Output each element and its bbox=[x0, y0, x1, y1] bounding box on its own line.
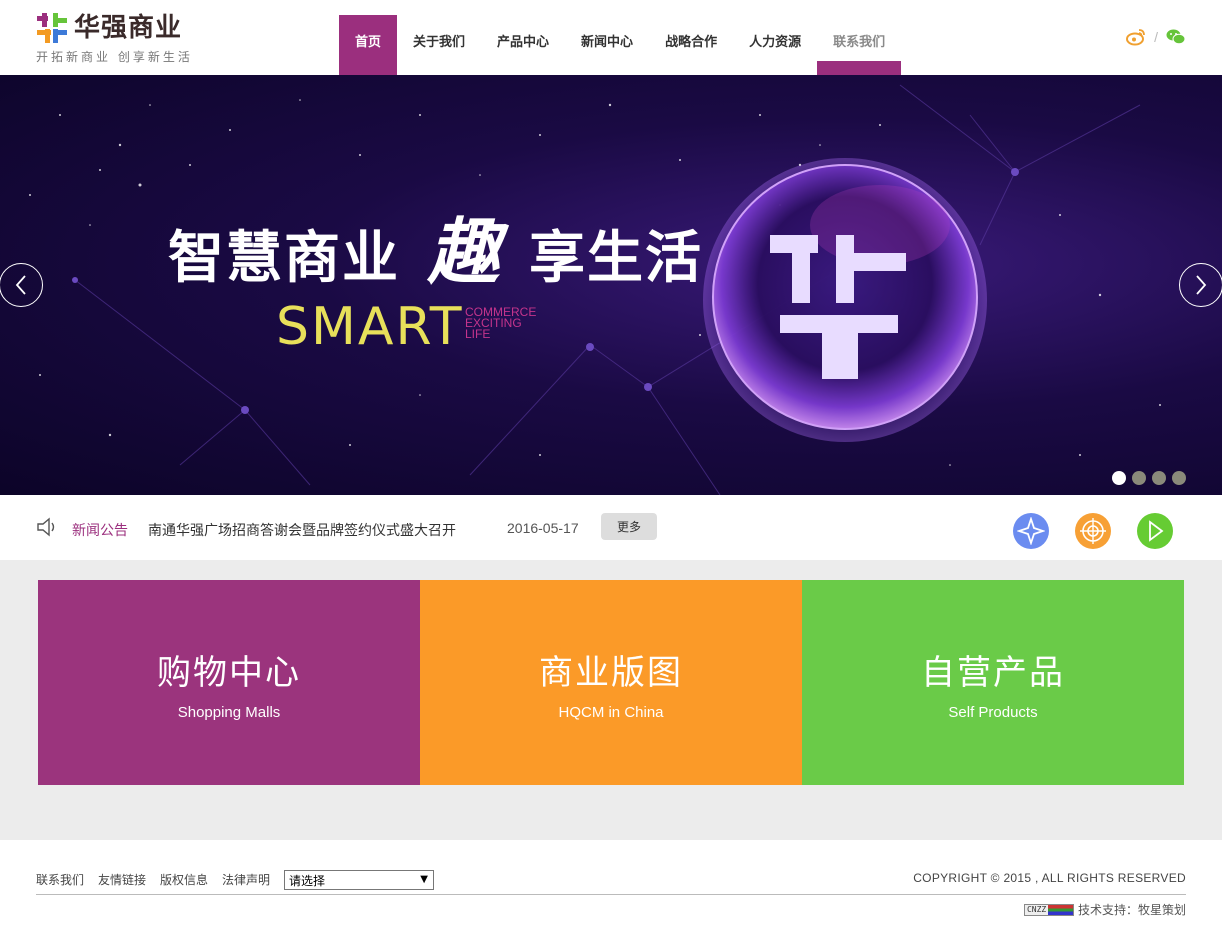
nav-products[interactable]: 产品中心 bbox=[481, 15, 565, 75]
hero-banner: 智慧商业 趣 享生活 SMART COMMERCE EXCITING LIFE bbox=[0, 75, 1222, 495]
banner-smart: SMART bbox=[276, 297, 464, 357]
banner-pagination bbox=[1112, 471, 1186, 485]
logo-title: 华强商业 bbox=[74, 13, 183, 43]
banner-smart-sub: COMMERCE EXCITING LIFE bbox=[465, 306, 536, 341]
panel-business-map[interactable]: 商业版图 HQCM in China bbox=[420, 580, 811, 785]
footer-link-select[interactable]: 请选择 ▼ bbox=[284, 870, 434, 890]
logo-mark-icon bbox=[37, 13, 67, 43]
social-links: / bbox=[1126, 28, 1186, 46]
site-header: 华强商业 开拓新商业 创享新生活 首页 关于我们 产品中心 新闻中心 战略合作 … bbox=[0, 0, 1222, 75]
nav-home[interactable]: 首页 bbox=[339, 15, 398, 75]
nav-about[interactable]: 关于我们 bbox=[397, 15, 481, 75]
footer-link-legal[interactable]: 法律声明 bbox=[222, 871, 270, 888]
chevron-left-icon bbox=[15, 275, 26, 295]
speaker-icon bbox=[37, 517, 55, 537]
panel-shopping-malls[interactable]: 购物中心 Shopping Malls bbox=[38, 580, 429, 785]
news-label: 新闻公告 bbox=[72, 523, 128, 539]
banner-dot[interactable] bbox=[1112, 471, 1126, 485]
footer-divider bbox=[36, 894, 1186, 895]
cnzz-label: CNZZ bbox=[1024, 904, 1049, 915]
panel-subtitle: Self Products bbox=[948, 703, 1038, 721]
cnzz-stripes bbox=[1048, 904, 1073, 915]
banner-headline: 智慧商业 趣 享生活 bbox=[168, 193, 703, 298]
panel-title: 购物中心 bbox=[157, 652, 301, 693]
smart-sub-line: LIFE bbox=[465, 327, 491, 341]
panel-title: 自营产品 bbox=[921, 652, 1065, 693]
site-logo[interactable]: 华强商业 开拓新商业 创享新生活 bbox=[36, 12, 216, 64]
tech-support: CNZZ 技术支持：牧星策划 bbox=[1023, 901, 1186, 918]
quick-link-target[interactable] bbox=[1075, 513, 1111, 549]
nav-hr[interactable]: 人力资源 bbox=[733, 15, 817, 75]
chevron-right-icon bbox=[1196, 275, 1207, 295]
banner-prev-button[interactable] bbox=[0, 263, 43, 307]
select-value: 请选择 bbox=[289, 873, 326, 888]
news-bar: 新闻公告 南通华强广场招商答谢会暨品牌签约仪式盛大召开 2016-05-17 更… bbox=[0, 495, 1222, 560]
panel-self-products[interactable]: 自营产品 Self Products bbox=[802, 580, 1184, 785]
headline-part2: 享生活 bbox=[529, 226, 704, 291]
banner-dot[interactable] bbox=[1152, 471, 1166, 485]
wechat-icon[interactable] bbox=[1166, 28, 1186, 46]
nav-contact[interactable]: 联系我们 bbox=[817, 15, 902, 75]
target-icon bbox=[1080, 518, 1106, 544]
news-headline-link[interactable]: 南通华强广场招商答谢会暨品牌签约仪式盛大召开 bbox=[148, 520, 456, 540]
compass-icon bbox=[1017, 517, 1045, 545]
footer-links: 联系我们 友情链接 版权信息 法律声明 bbox=[36, 871, 270, 888]
chevron-down-icon: ▼ bbox=[420, 874, 428, 885]
site-footer: 联系我们 友情链接 版权信息 法律声明 请选择 ▼ COPYRIGHT © 20… bbox=[0, 840, 1222, 936]
banner-dot[interactable] bbox=[1172, 471, 1186, 485]
banner-dot[interactable] bbox=[1132, 471, 1146, 485]
footer-link-copyright[interactable]: 版权信息 bbox=[160, 871, 208, 888]
social-separator: / bbox=[1154, 29, 1158, 45]
logo-slogan: 开拓新商业 创享新生活 bbox=[36, 50, 193, 64]
nav-news[interactable]: 新闻中心 bbox=[565, 15, 649, 75]
cnzz-badge[interactable]: CNZZ bbox=[1023, 903, 1074, 916]
footer-link-contact[interactable]: 联系我们 bbox=[36, 871, 84, 888]
footer-link-friends[interactable]: 友情链接 bbox=[98, 871, 146, 888]
copyright-text: COPYRIGHT © 2015 , ALL RIGHTS RESERVED bbox=[913, 871, 1186, 885]
quick-link-compass[interactable] bbox=[1013, 513, 1049, 549]
headline-part1: 智慧商业 bbox=[168, 226, 400, 291]
play-icon bbox=[1149, 520, 1164, 542]
feature-section: 购物中心 Shopping Malls 商业版图 HQCM in China 自… bbox=[0, 560, 1222, 840]
quick-link-play[interactable] bbox=[1137, 513, 1173, 549]
panel-title: 商业版图 bbox=[539, 652, 683, 693]
headline-accent: 趣 bbox=[427, 210, 502, 294]
panel-subtitle: HQCM in China bbox=[558, 703, 664, 721]
news-date: 2016-05-17 bbox=[507, 520, 579, 536]
panel-subtitle: Shopping Malls bbox=[177, 703, 281, 721]
weibo-icon[interactable] bbox=[1126, 28, 1146, 46]
tech-support-text[interactable]: 技术支持：牧星策划 bbox=[1078, 901, 1186, 918]
banner-next-button[interactable] bbox=[1179, 263, 1222, 307]
nav-strategy[interactable]: 战略合作 bbox=[649, 15, 733, 75]
news-more-button[interactable]: 更多 bbox=[601, 513, 657, 540]
main-nav: 首页 关于我们 产品中心 新闻中心 战略合作 人力资源 联系我们 bbox=[339, 15, 902, 75]
